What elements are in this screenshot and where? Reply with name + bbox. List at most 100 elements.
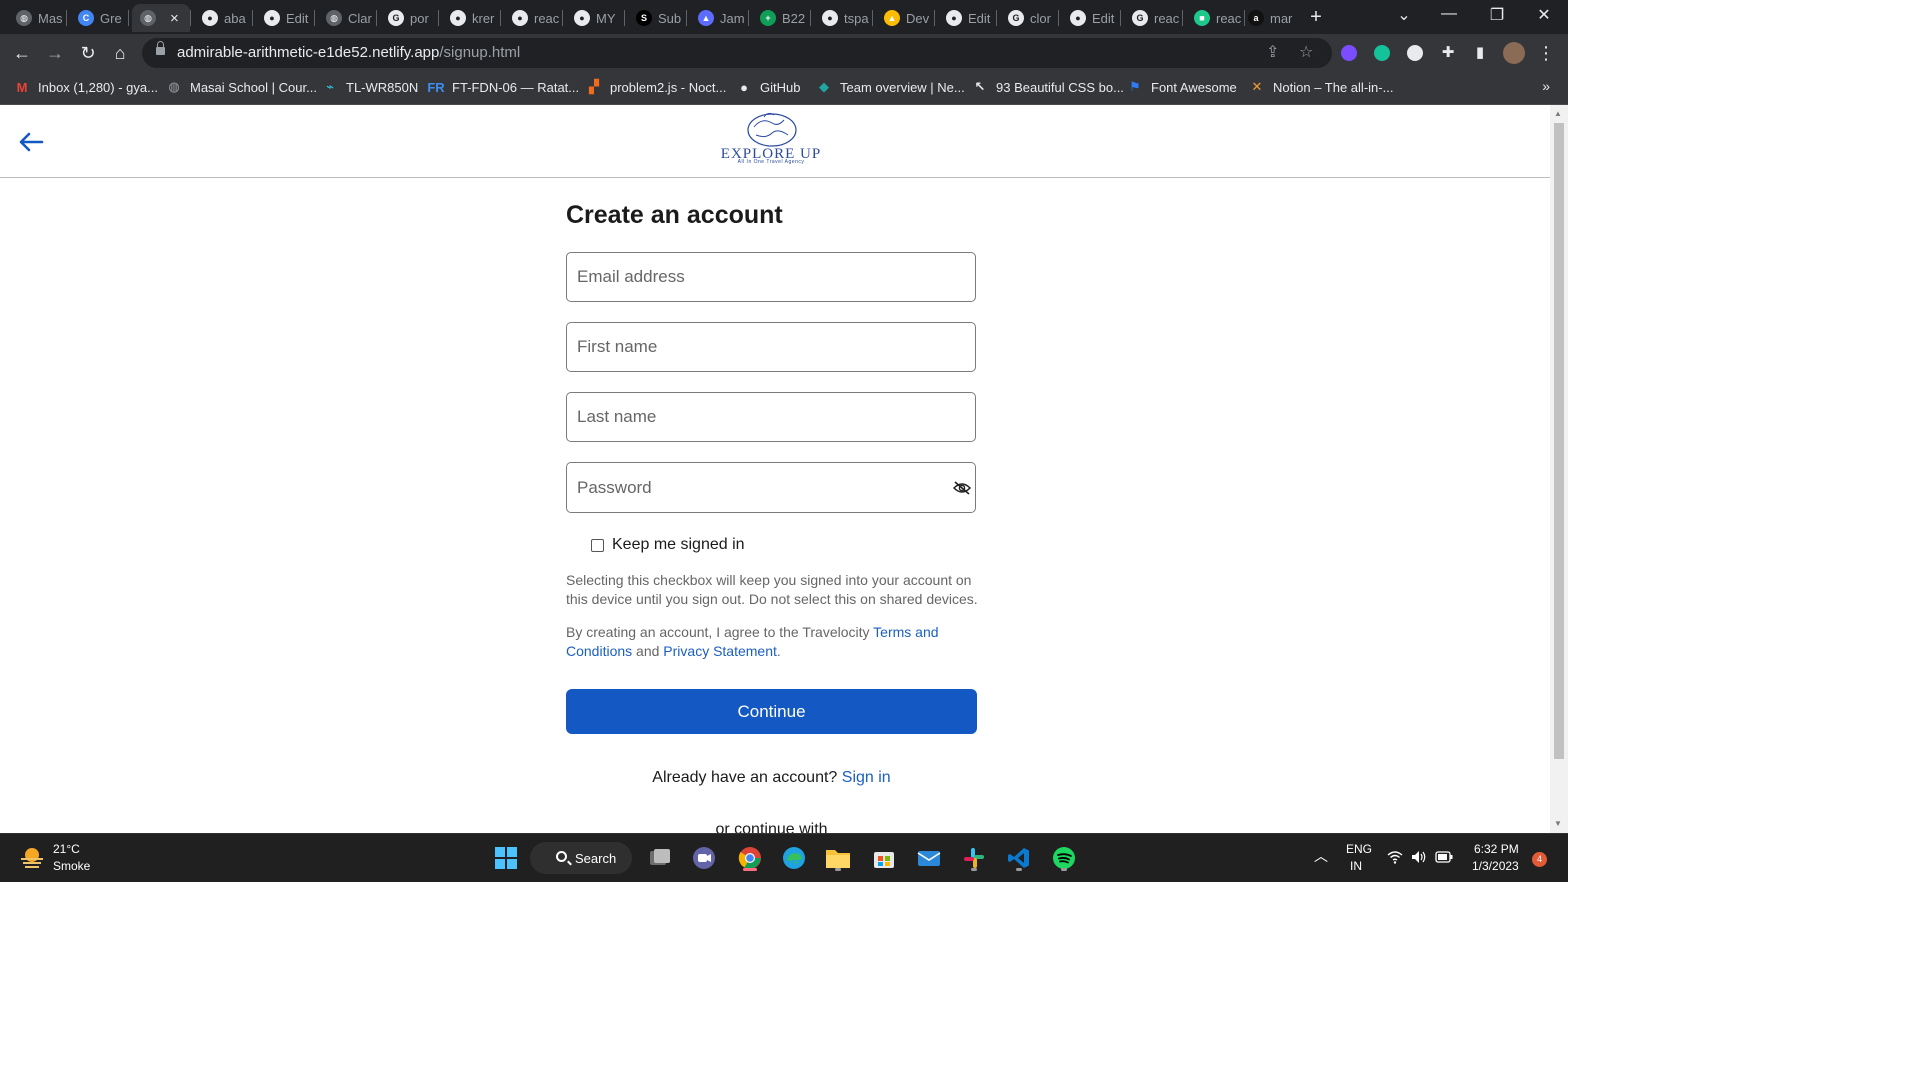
back-icon[interactable]: ← (10, 41, 34, 65)
tab-separator (1120, 10, 1121, 26)
eye-slash-icon[interactable] (952, 480, 972, 496)
page-scrollbar[interactable]: ▲ ▼ (1550, 105, 1568, 833)
browser-tab[interactable]: ◍ × (132, 4, 190, 32)
side-panel-icon[interactable]: ▮ (1468, 41, 1492, 65)
wifi-icon[interactable] (1387, 850, 1403, 864)
file-explorer-icon[interactable] (822, 842, 854, 874)
weather-haze-icon[interactable] (20, 846, 44, 868)
bookmarks-overflow-icon[interactable]: » (1542, 78, 1550, 94)
home-icon[interactable]: ⌂ (108, 41, 132, 65)
bookmark-item[interactable]: ⚑ Font Awesome (1127, 79, 1237, 95)
vscode-icon[interactable] (1003, 842, 1035, 874)
browser-tab[interactable]: ▲ Dev (876, 4, 932, 32)
bookmark-item[interactable]: ⌁ TL-WR850N (322, 79, 418, 95)
browser-tab[interactable]: ◍ Clar (318, 4, 374, 32)
share-icon[interactable]: ⇪ (1266, 42, 1279, 62)
bookmark-item[interactable]: ✕ Notion – The all-in-... (1249, 79, 1394, 95)
browser-tab[interactable]: ▲ Jam (690, 4, 746, 32)
keep-signed-in-label[interactable]: Keep me signed in (612, 536, 745, 554)
mail-icon[interactable] (913, 842, 945, 874)
browser-tab[interactable]: a mar (1240, 4, 1296, 32)
bookmark-item[interactable]: ◍ Masai School | Cour... (166, 79, 317, 95)
browser-tab[interactable]: ● MY (566, 4, 622, 32)
browser-tab[interactable]: ● Edit (938, 4, 994, 32)
bookmark-star-icon[interactable]: ☆ (1299, 42, 1313, 62)
bookmark-item[interactable]: ◆ Team overview | Ne... (816, 79, 965, 95)
battery-icon[interactable] (1435, 851, 1453, 863)
restore-icon[interactable]: ❐ (1485, 5, 1509, 25)
browser-tab[interactable]: ● Edit (1062, 4, 1118, 32)
globe-logo-icon (747, 112, 797, 147)
close-window-icon[interactable]: ✕ (1532, 5, 1556, 25)
clock-date[interactable]: 1/3/2023 (1472, 859, 1519, 873)
address-bar[interactable]: admirable-arithmetic-e1de52.netlify.app/… (142, 38, 1332, 68)
microsoft-store-icon[interactable] (868, 842, 900, 874)
browser-tab[interactable]: S Sub (628, 4, 684, 32)
browser-tab[interactable]: ● krer (442, 4, 498, 32)
browser-tab[interactable]: Gclor (1000, 4, 1056, 32)
task-view-icon[interactable] (644, 842, 676, 874)
forward-icon[interactable]: → (43, 41, 67, 65)
password-field[interactable] (566, 462, 976, 513)
language-indicator-bottom[interactable]: IN (1350, 859, 1362, 873)
browser-tab[interactable]: + B22 (752, 4, 808, 32)
explore-up-logo[interactable]: EXPLORE UP All In One Travel Agency (712, 109, 830, 169)
privacy-link[interactable]: Privacy Statement (663, 643, 777, 659)
browser-tab[interactable]: ◍ Mas (8, 4, 64, 32)
continue-button[interactable]: Continue (566, 689, 977, 734)
teams-chat-icon[interactable] (688, 842, 720, 874)
drive-icon: ▲ (884, 10, 900, 26)
github-icon: ● (1070, 10, 1086, 26)
bookmark-item[interactable]: ● GitHub (736, 79, 800, 95)
extensions-puzzle-icon[interactable]: ✚ (1436, 41, 1460, 65)
slack-icon[interactable] (958, 842, 990, 874)
spotify-icon[interactable] (1048, 842, 1080, 874)
browser-tab[interactable]: Gpor (380, 4, 436, 32)
minimize-icon[interactable]: — (1437, 5, 1461, 23)
volume-icon[interactable] (1411, 850, 1427, 864)
extension-purple-icon[interactable] (1341, 45, 1357, 61)
tray-overflow-chevron-icon[interactable]: ︿ (1314, 846, 1328, 866)
browser-tab[interactable]: ■ reac (1186, 4, 1242, 32)
browser-tab[interactable]: ● aba (194, 4, 250, 32)
tab-close-icon[interactable]: × (170, 10, 179, 27)
browser-tab[interactable]: Greac (1124, 4, 1180, 32)
tab-separator (1182, 10, 1183, 26)
scroll-up-icon[interactable]: ▲ (1554, 109, 1562, 118)
email-field[interactable] (566, 252, 976, 302)
browser-tab[interactable]: ● reac (504, 4, 560, 32)
bookmark-item[interactable]: ↖ 93 Beautiful CSS bo... (972, 79, 1124, 95)
extension-circle-icon[interactable] (1407, 45, 1423, 61)
browser-tab[interactable]: ● Edit (256, 4, 312, 32)
clock-time[interactable]: 6:32 PM (1474, 842, 1519, 856)
tab-search-chevron-icon[interactable]: ⌄ (1392, 5, 1416, 25)
bookmark-item[interactable]: ▞ problem2.js - Noct... (586, 79, 726, 95)
edge-icon[interactable] (778, 842, 810, 874)
lock-icon[interactable] (156, 41, 165, 57)
bookmark-item[interactable]: M Inbox (1,280) - gya... (14, 79, 158, 95)
menu-kebab-icon[interactable]: ⋮ (1534, 41, 1558, 65)
browser-tab[interactable]: C Gre (70, 4, 126, 32)
taskbar-search[interactable]: Search (530, 842, 632, 874)
last-name-field[interactable] (566, 392, 976, 442)
new-tab-icon[interactable]: + (1305, 6, 1327, 28)
profile-avatar[interactable] (1503, 42, 1525, 64)
scroll-thumb[interactable] (1554, 123, 1564, 759)
reload-icon[interactable]: ↻ (76, 41, 100, 65)
weather-condition[interactable]: Smoke (53, 859, 90, 873)
bookmark-item[interactable]: FR FT-FDN-06 — Ratat... (427, 79, 579, 95)
scroll-down-icon[interactable]: ▼ (1554, 819, 1562, 828)
keep-signed-in-checkbox[interactable] (591, 538, 604, 552)
chrome-icon[interactable] (734, 842, 766, 874)
browser-tab[interactable]: ● tspa (814, 4, 870, 32)
first-name-field[interactable] (566, 322, 976, 372)
weather-temperature[interactable]: 21°C (53, 842, 80, 856)
sign-in-link[interactable]: Sign in (842, 769, 891, 786)
grammarly-extension-icon[interactable] (1374, 45, 1390, 61)
language-indicator-top[interactable]: ENG (1346, 842, 1372, 856)
search-icon (556, 851, 567, 862)
notification-badge[interactable]: 4 (1532, 852, 1547, 867)
back-arrow-icon[interactable] (18, 131, 44, 153)
windows-start-icon[interactable] (490, 842, 522, 874)
vscode-running-indicator (1016, 868, 1022, 871)
